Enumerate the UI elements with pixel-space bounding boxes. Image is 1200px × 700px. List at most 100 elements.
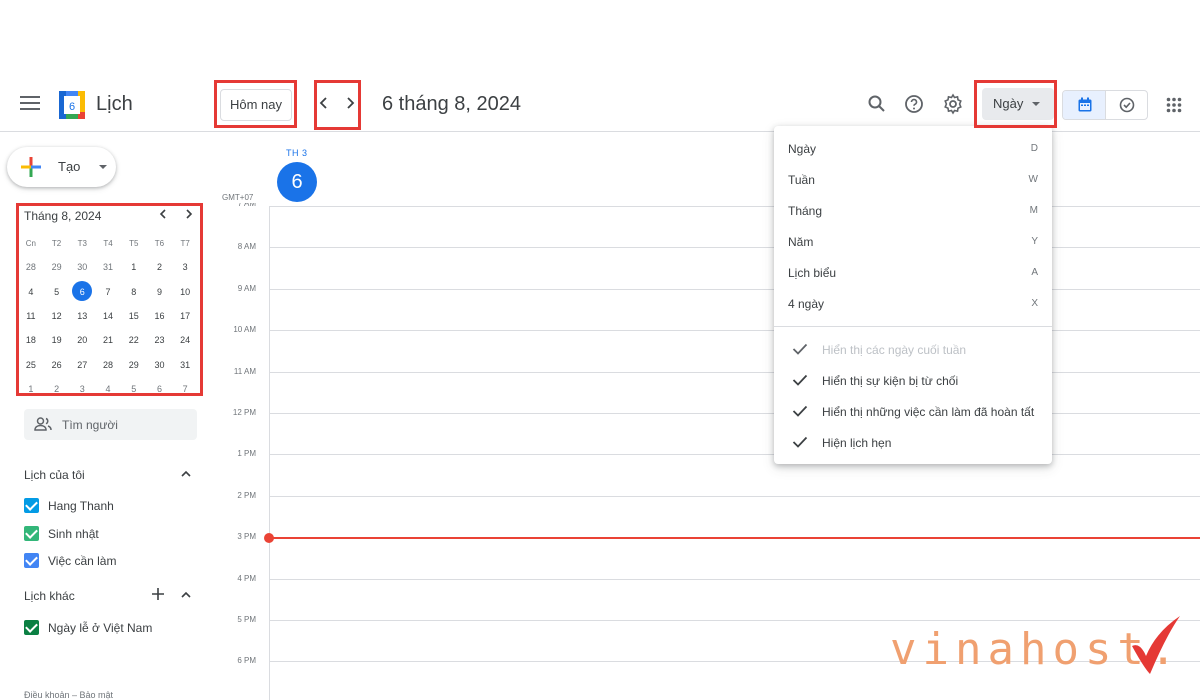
caret-down-icon bbox=[1032, 102, 1040, 106]
mini-day-cell[interactable]: 29 bbox=[121, 360, 147, 370]
view-menu-item[interactable]: Ngày D bbox=[774, 133, 1052, 164]
mini-day-cell[interactable]: 13 bbox=[69, 311, 95, 321]
day-number[interactable]: 6 bbox=[277, 162, 317, 202]
search-people-input[interactable]: Tìm người bbox=[24, 409, 197, 440]
mini-day-cell[interactable]: 3 bbox=[172, 262, 198, 272]
mini-day-cell[interactable]: 31 bbox=[172, 360, 198, 370]
mini-day-cell[interactable]: 28 bbox=[18, 262, 44, 272]
tasks-view-toggle[interactable] bbox=[1106, 91, 1147, 119]
task-check-icon bbox=[1119, 97, 1135, 113]
mini-day-cell[interactable]: 29 bbox=[44, 262, 70, 272]
view-menu-item[interactable]: Tuần W bbox=[774, 164, 1052, 195]
mini-day-cell[interactable]: 30 bbox=[69, 262, 95, 272]
mini-day-cell[interactable]: 21 bbox=[95, 335, 121, 345]
checkmark-icon bbox=[792, 405, 808, 417]
mini-day-cell[interactable]: 28 bbox=[95, 360, 121, 370]
mini-day-cell[interactable]: 22 bbox=[121, 335, 147, 345]
mini-day-cell[interactable]: 5 bbox=[121, 384, 147, 394]
mini-day-cell[interactable]: 25 bbox=[18, 360, 44, 370]
checkmark-icon bbox=[792, 436, 808, 448]
mini-day-cell[interactable]: 19 bbox=[44, 335, 70, 345]
mini-week-row: 1234567 bbox=[18, 377, 198, 401]
mini-day-cell[interactable]: 7 bbox=[95, 287, 121, 297]
mini-day-cell[interactable]: 11 bbox=[18, 311, 44, 321]
today-button[interactable]: Hôm nay bbox=[220, 89, 292, 121]
other-calendars-title[interactable]: Lịch khác bbox=[24, 589, 75, 603]
calendar-checkbox[interactable] bbox=[24, 525, 39, 541]
mini-day-cell[interactable]: 31 bbox=[95, 262, 121, 272]
calendar-name: Hang Thanh bbox=[48, 499, 114, 513]
mini-day-cell[interactable]: 4 bbox=[18, 287, 44, 297]
main-menu-icon[interactable] bbox=[20, 96, 40, 112]
mini-day-cell[interactable]: 6 bbox=[69, 280, 95, 301]
calendar-checkbox[interactable] bbox=[24, 553, 39, 568]
view-selector-button[interactable]: Ngày bbox=[982, 88, 1054, 120]
mini-prev-month-button[interactable] bbox=[158, 207, 168, 223]
mini-day-cell[interactable]: 7 bbox=[172, 384, 198, 394]
calendar-view-toggle[interactable] bbox=[1063, 91, 1106, 119]
view-menu-item[interactable]: Lịch biểu A bbox=[774, 257, 1052, 288]
mini-day-cell[interactable]: 1 bbox=[18, 384, 44, 394]
view-menu-item[interactable]: 4 ngày X bbox=[774, 288, 1052, 319]
calendar-checkbox[interactable] bbox=[24, 620, 39, 635]
mini-day-cell[interactable]: 14 bbox=[95, 311, 121, 321]
hour-gridline bbox=[270, 413, 1200, 414]
mini-day-cell[interactable]: 4 bbox=[95, 384, 121, 394]
mini-day-cell[interactable]: 23 bbox=[147, 335, 173, 345]
mini-day-cell[interactable]: 27 bbox=[69, 360, 95, 370]
mini-day-cell[interactable]: 9 bbox=[147, 287, 173, 297]
day-column-header: TH 3 6 bbox=[270, 132, 1200, 206]
hour-gridline bbox=[270, 454, 1200, 456]
settings-gear-icon[interactable] bbox=[941, 92, 965, 116]
view-menu-option: Hiển thị các ngày cuối tuần bbox=[774, 334, 1052, 365]
help-icon[interactable] bbox=[902, 92, 926, 116]
view-menu-option[interactable]: Hiển thị những việc cần làm đã hoàn tất bbox=[774, 396, 1052, 427]
mini-day-cell[interactable]: 24 bbox=[172, 335, 198, 345]
mini-day-cell[interactable]: 30 bbox=[147, 360, 173, 370]
apps-grid-icon[interactable] bbox=[1166, 97, 1182, 113]
mini-day-cell[interactable]: 3 bbox=[69, 384, 95, 394]
hour-label: 12 PM bbox=[232, 408, 256, 417]
my-calendars-title[interactable]: Lịch của tôi bbox=[24, 468, 85, 482]
mini-day-cell[interactable]: 18 bbox=[18, 335, 44, 345]
hour-label: 9 AM bbox=[237, 283, 256, 293]
add-other-calendar-button[interactable] bbox=[151, 587, 165, 604]
view-menu-item[interactable]: Năm Y bbox=[774, 226, 1052, 257]
mini-day-cell[interactable]: 6 bbox=[147, 384, 173, 394]
view-menu-shortcut: A bbox=[1031, 267, 1038, 278]
hour-label: 10 AM bbox=[233, 325, 256, 335]
mini-day-cell[interactable]: 8 bbox=[121, 287, 147, 297]
collapse-my-calendars-button[interactable] bbox=[180, 467, 192, 483]
calendar-checkbox[interactable] bbox=[24, 498, 39, 513]
next-day-button[interactable] bbox=[340, 93, 360, 115]
mini-next-month-button[interactable] bbox=[184, 207, 194, 223]
mini-day-cell[interactable]: 2 bbox=[147, 262, 173, 272]
hour-label: 5 PM bbox=[237, 615, 256, 624]
view-menu-shortcut: Y bbox=[1031, 236, 1038, 247]
calendar-name: Việc cần làm bbox=[48, 554, 117, 568]
mini-day-cell[interactable]: 1 bbox=[121, 262, 147, 272]
view-menu-option-label: Hiện lịch hẹn bbox=[822, 436, 892, 450]
search-icon[interactable] bbox=[865, 92, 889, 116]
view-menu-option[interactable]: Hiển thị sự kiện bị từ chối bbox=[774, 365, 1052, 396]
mini-day-cell[interactable]: 10 bbox=[172, 287, 198, 297]
collapse-other-calendars-button[interactable] bbox=[180, 588, 192, 604]
hour-label: 3 PM bbox=[237, 532, 256, 542]
mini-weekday-label: T6 bbox=[154, 238, 165, 248]
mini-week-row: 11 12 13 14 15 16 17 bbox=[18, 304, 198, 328]
mini-day-cell[interactable]: 5 bbox=[44, 287, 70, 297]
mini-day-cell[interactable]: 26 bbox=[44, 360, 70, 370]
view-menu-item[interactable]: Tháng M bbox=[774, 195, 1052, 226]
mini-day-cell[interactable]: 2 bbox=[44, 384, 70, 394]
terms-privacy-link[interactable]: Điều khoản – Bảo mật bbox=[24, 690, 113, 700]
mini-day-cell[interactable]: 12 bbox=[44, 311, 70, 321]
create-button[interactable]: Tạo bbox=[7, 147, 116, 187]
view-menu-option[interactable]: Hiện lịch hẹn bbox=[774, 427, 1052, 458]
hour-gridline bbox=[270, 288, 1200, 290]
prev-day-button[interactable] bbox=[314, 93, 334, 115]
mini-day-cell[interactable]: 17 bbox=[172, 311, 198, 321]
mini-day-cell[interactable]: 20 bbox=[69, 335, 95, 345]
mini-day-cell[interactable]: 16 bbox=[147, 311, 173, 321]
mini-day-cell[interactable]: 15 bbox=[121, 311, 147, 321]
mini-week-row: 25 26 27 28 29 30 31 bbox=[18, 352, 198, 376]
